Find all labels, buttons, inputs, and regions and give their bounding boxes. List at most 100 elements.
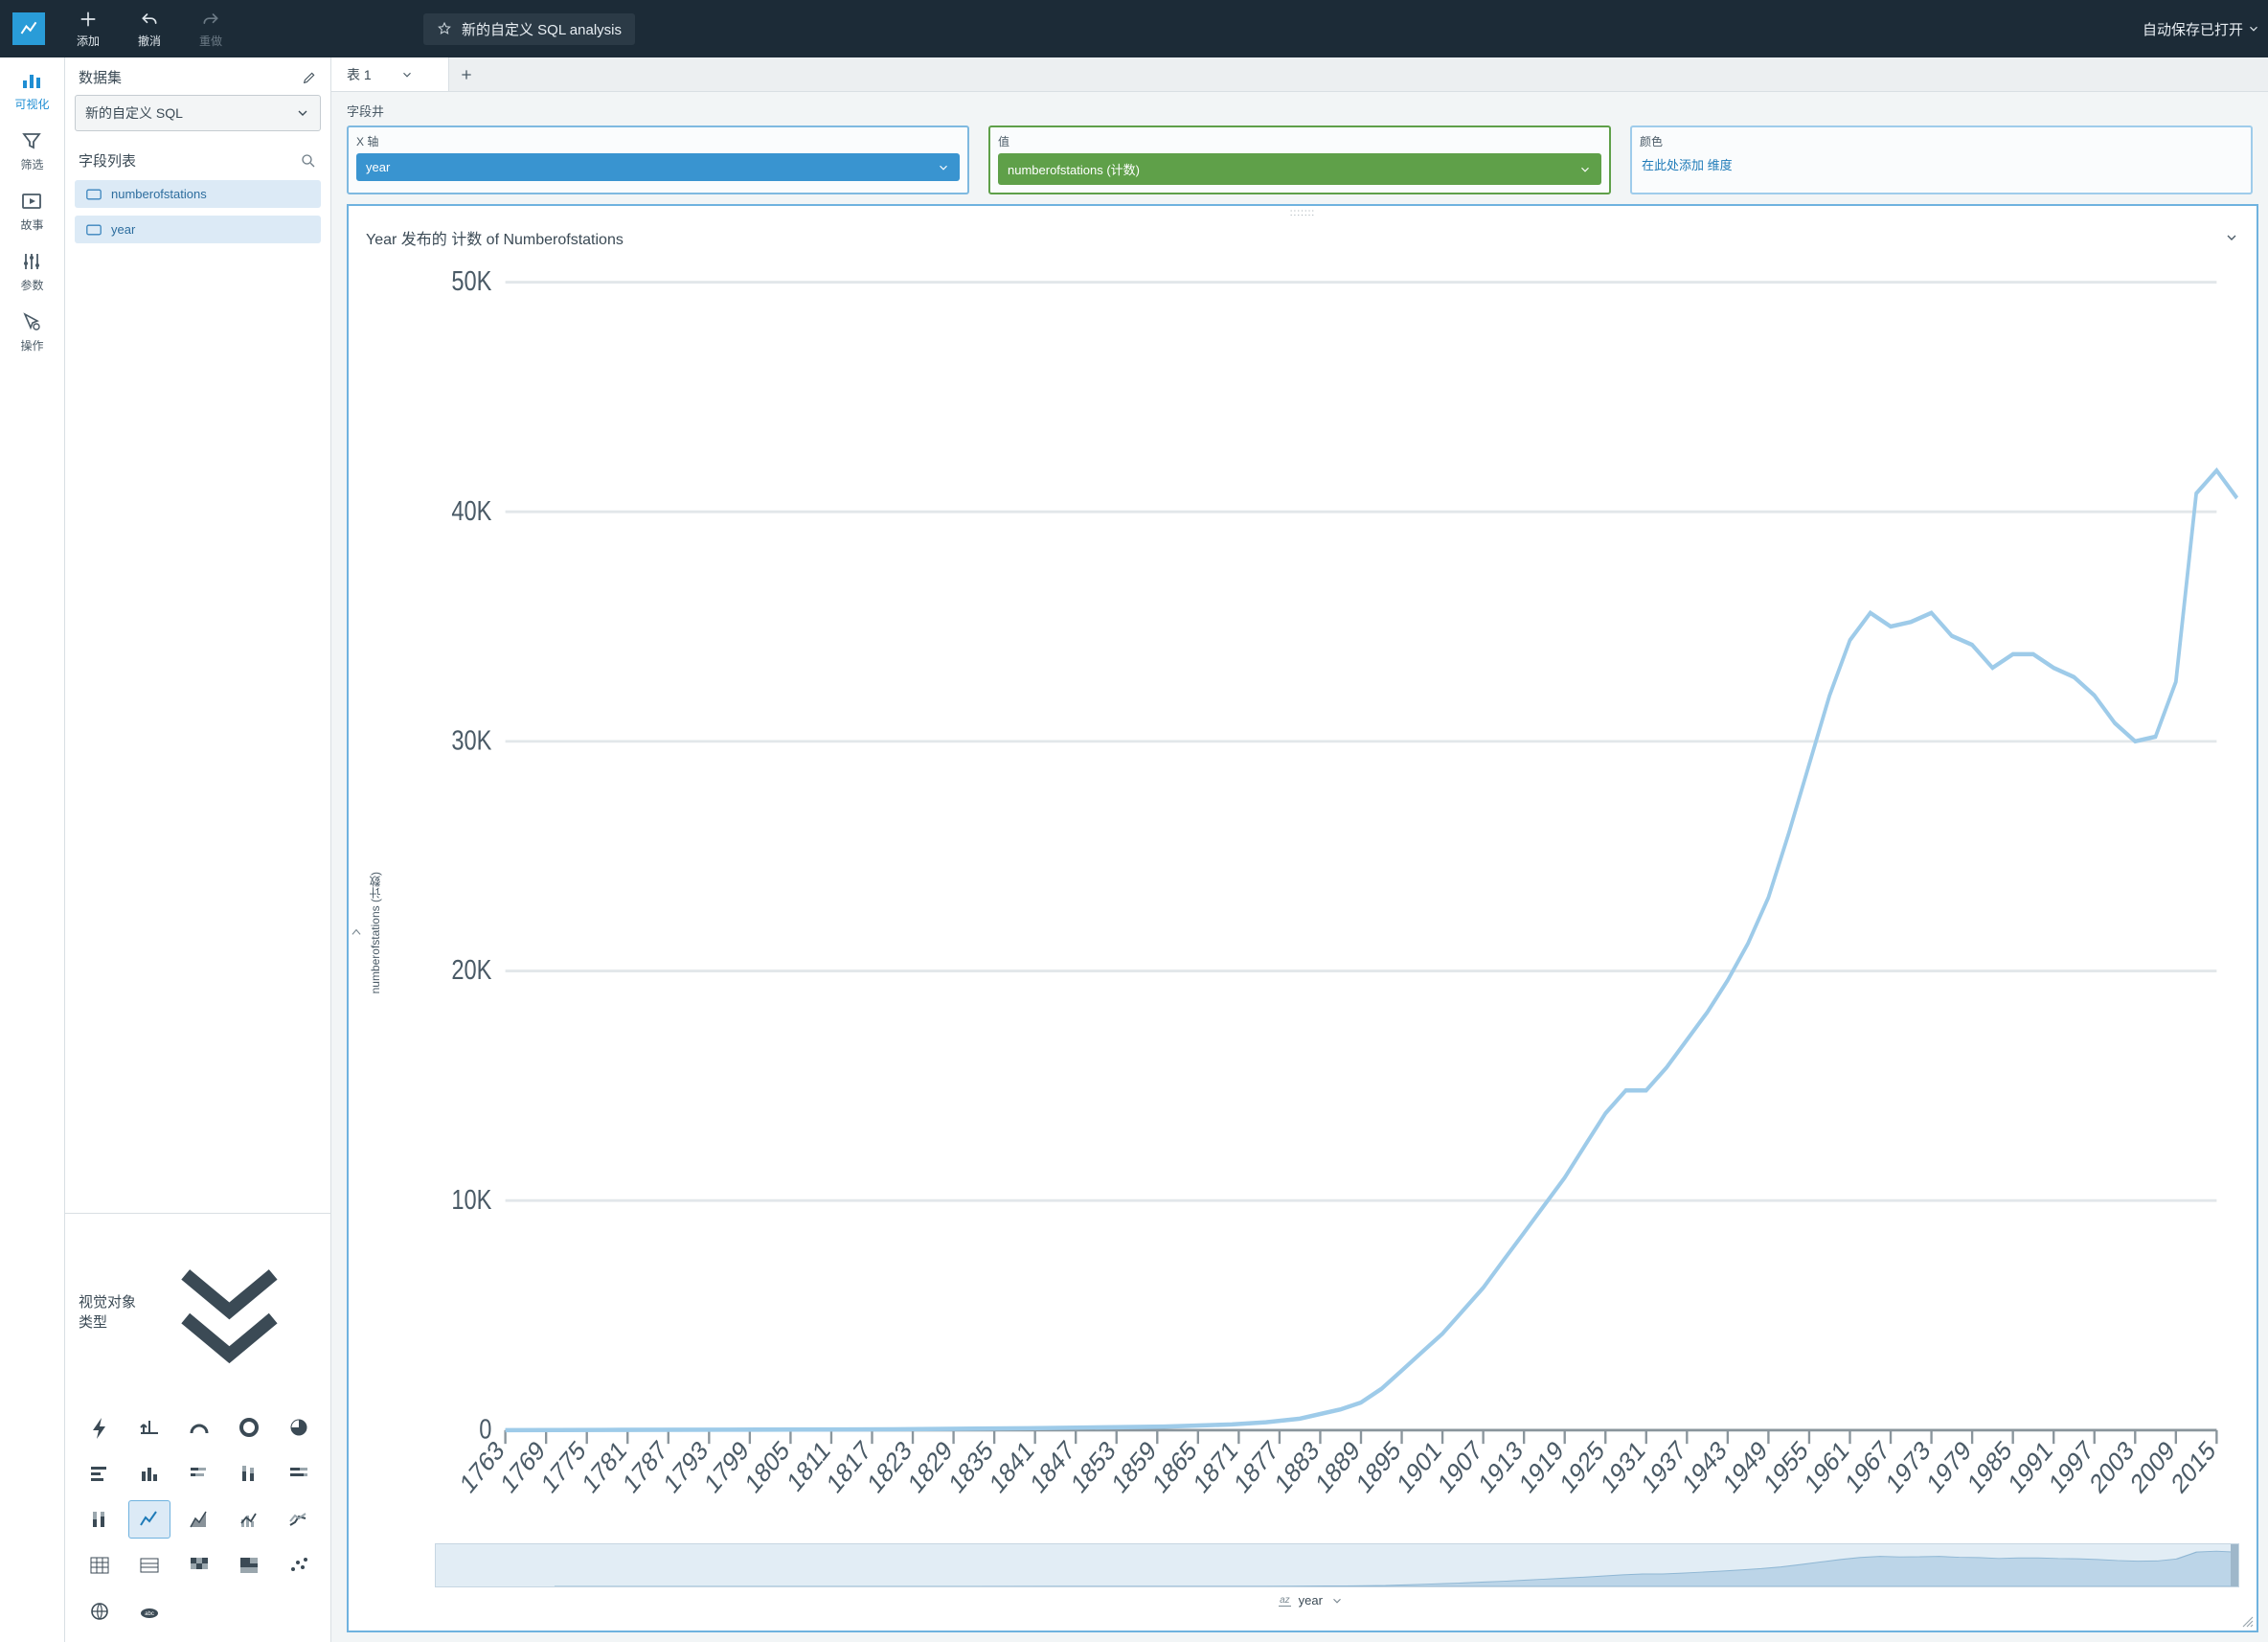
heat-icon <box>186 1554 213 1577</box>
viz-type-heat[interactable] <box>178 1546 220 1585</box>
visual-card[interactable]: ::::::: Year 发布的 计数 of Numberofstations … <box>347 204 2258 1632</box>
sort-az-icon[interactable]: az <box>1279 1595 1291 1607</box>
chevron-down-icon[interactable] <box>1330 1594 1344 1608</box>
well-color-label: 颜色 <box>1640 133 2243 149</box>
well-x-axis-chip[interactable]: year <box>356 153 960 181</box>
app-logo[interactable] <box>0 0 57 57</box>
svg-text:1901: 1901 <box>1393 1434 1446 1499</box>
resize-handle[interactable] <box>2241 1615 2255 1629</box>
svg-text:1829: 1829 <box>903 1434 957 1499</box>
svg-text:1967: 1967 <box>1841 1434 1894 1499</box>
left-rail: 可视化 筛选 故事 参数 操作 <box>0 57 65 1642</box>
search-icon[interactable] <box>300 152 317 170</box>
rail-actions[interactable]: 操作 <box>20 310 43 353</box>
gauge-icon <box>186 1416 213 1439</box>
rail-filter[interactable]: 筛选 <box>20 129 43 172</box>
viz-type-kpi-arrow[interactable] <box>128 1408 170 1447</box>
svg-text:1973: 1973 <box>1881 1434 1935 1499</box>
viz-type-h100[interactable] <box>278 1454 320 1493</box>
combo-icon <box>236 1508 262 1531</box>
undo-icon <box>140 10 159 29</box>
viz-type-gauge[interactable] <box>178 1408 220 1447</box>
star-outline-icon <box>437 21 452 36</box>
add-button[interactable]: 添加 <box>57 0 119 57</box>
viz-type-tree[interactable] <box>228 1546 270 1585</box>
svg-text:1769: 1769 <box>496 1434 550 1499</box>
rail-visualize[interactable]: 可视化 <box>14 69 49 112</box>
rail-parameters[interactable]: 参数 <box>20 250 43 293</box>
field-year[interactable]: year <box>75 216 321 243</box>
svg-text:1793: 1793 <box>659 1434 713 1499</box>
viz-type-globe[interactable] <box>79 1592 121 1631</box>
data-panel: 数据集 新的自定义 SQL 字段列表 numberofstations year… <box>65 57 331 1642</box>
cursor-gear-icon <box>20 310 43 333</box>
viz-type-line-trend[interactable] <box>278 1500 320 1539</box>
dataset-select[interactable]: 新的自定义 SQL <box>75 95 321 131</box>
viz-type-pie[interactable] <box>278 1408 320 1447</box>
double-chevron-down-icon[interactable] <box>142 1223 317 1399</box>
chart-plot-area[interactable]: 010K20K30K40K50K176317691775178117871793… <box>383 255 2239 1539</box>
viz-type-scatter[interactable] <box>278 1546 320 1585</box>
sheet-tabs: 表 1 <box>331 57 2268 92</box>
pivot-icon <box>86 1554 113 1577</box>
pencil-icon[interactable] <box>302 70 317 85</box>
svg-text:1883: 1883 <box>1270 1434 1324 1499</box>
well-value[interactable]: 值 numberofstations (计数) <box>988 125 1611 194</box>
svg-text:1877: 1877 <box>1229 1434 1282 1499</box>
viz-type-pivot[interactable] <box>79 1546 121 1585</box>
well-value-label: 值 <box>998 133 1601 149</box>
fields-heading: 字段列表 <box>79 150 136 171</box>
svg-text:1859: 1859 <box>1107 1434 1161 1499</box>
svg-text:1805: 1805 <box>740 1434 794 1499</box>
well-x-axis[interactable]: X 轴 year <box>347 125 969 194</box>
viz-type-line[interactable] <box>128 1500 170 1539</box>
viz-type-table[interactable] <box>128 1546 170 1585</box>
viz-type-bolt[interactable] <box>79 1408 121 1447</box>
app-topbar: 添加 撤消 重做 新的自定义 SQL analysis 自动保存已打开 <box>0 0 2268 57</box>
viz-type-area[interactable] <box>178 1500 220 1539</box>
svg-text:1955: 1955 <box>1758 1434 1812 1499</box>
svg-text:30K: 30K <box>451 724 492 756</box>
svg-text:50K: 50K <box>451 265 492 297</box>
svg-text:1817: 1817 <box>822 1434 875 1499</box>
add-sheet-button[interactable] <box>449 57 484 91</box>
kpi-arrow-icon <box>136 1416 163 1439</box>
chevron-down-icon[interactable] <box>2224 230 2239 245</box>
rail-story[interactable]: 故事 <box>20 190 43 233</box>
viz-type-v100[interactable] <box>79 1500 121 1539</box>
analysis-title: 新的自定义 SQL analysis <box>462 19 622 39</box>
viz-type-hbar[interactable] <box>79 1454 121 1493</box>
chevron-down-icon <box>400 68 414 81</box>
brush-handle-right[interactable] <box>2231 1544 2238 1586</box>
viz-type-combo[interactable] <box>228 1500 270 1539</box>
y-axis-expand[interactable] <box>350 925 363 942</box>
svg-text:1925: 1925 <box>1555 1434 1609 1499</box>
chart-title: Year 发布的 计数 of Numberofstations <box>366 226 624 249</box>
well-color-placeholder[interactable]: 在此处添加 维度 <box>1640 153 2243 175</box>
well-color[interactable]: 颜色 在此处添加 维度 <box>1630 125 2253 194</box>
x-axis-label: year <box>1299 1593 1323 1608</box>
sheet-tab-1[interactable]: 表 1 <box>331 57 449 91</box>
svg-text:1865: 1865 <box>1147 1434 1201 1499</box>
drag-handle[interactable]: ::::::: <box>349 206 2257 220</box>
pie-icon <box>285 1416 312 1439</box>
viz-type-wordcloud[interactable]: abc <box>128 1592 170 1631</box>
undo-button[interactable]: 撤消 <box>119 0 180 57</box>
redo-icon <box>201 10 220 29</box>
viz-type-donut[interactable] <box>228 1408 270 1447</box>
viz-type-hstack[interactable] <box>178 1454 220 1493</box>
viz-type-vstack[interactable] <box>228 1454 270 1493</box>
x-axis-zoom-brush[interactable] <box>435 1543 2239 1587</box>
well-value-chip[interactable]: numberofstations (计数) <box>998 153 1601 185</box>
play-rect-icon <box>20 190 43 213</box>
quicksight-logo-icon <box>19 19 38 38</box>
autosave-toggle[interactable]: 自动保存已打开 <box>2143 0 2260 57</box>
redo-button[interactable]: 重做 <box>180 0 241 57</box>
wordcloud-icon: abc <box>136 1600 163 1623</box>
field-wells-label: 字段井 <box>331 92 2268 125</box>
viz-type-vbar[interactable] <box>128 1454 170 1493</box>
svg-text:1949: 1949 <box>1718 1434 1772 1499</box>
plus-icon <box>459 67 474 82</box>
field-numberofstations[interactable]: numberofstations <box>75 180 321 208</box>
analysis-title-chip[interactable]: 新的自定义 SQL analysis <box>423 13 635 45</box>
